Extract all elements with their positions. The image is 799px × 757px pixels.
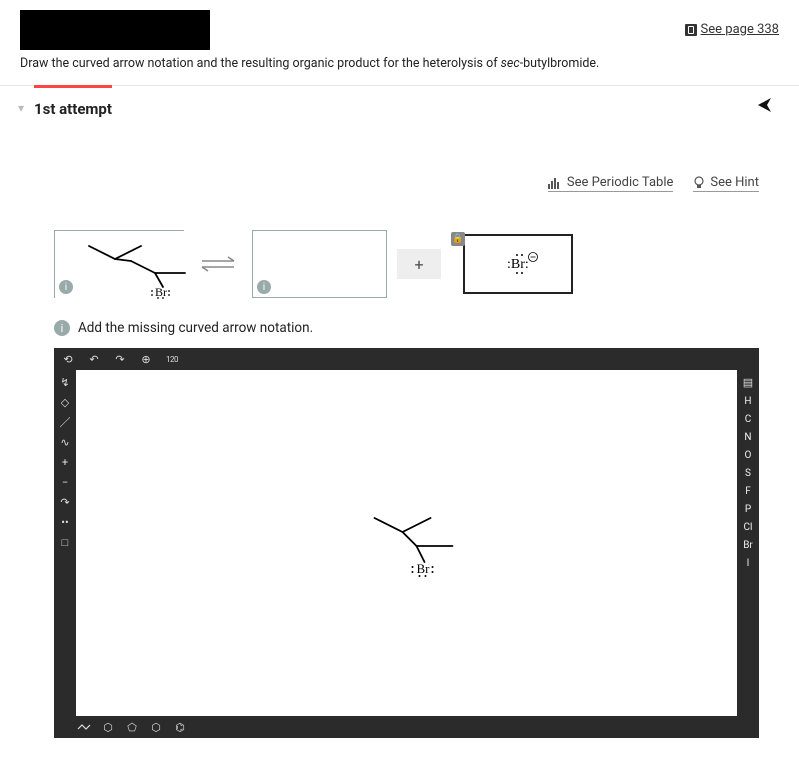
hint-bulb-icon <box>693 176 705 190</box>
element-I[interactable]: I <box>739 556 757 570</box>
instruction-row: i Add the missing curved arrow notation. <box>0 306 799 344</box>
element-Cl[interactable]: Cl <box>739 520 757 534</box>
periodic-table-icon <box>548 177 562 189</box>
reactant-box[interactable]: Br <box>54 230 184 298</box>
prompt-text-pre: Draw the curved arrow notation and the r… <box>20 56 501 71</box>
curved-arrow-tool[interactable]: ↷ <box>57 494 73 510</box>
bond-tool[interactable]: ／ <box>57 414 73 430</box>
redo-button[interactable]: ↷ <box>112 351 128 367</box>
ring-cyclopentane-tool[interactable]: ⬠ <box>124 719 140 735</box>
marquee-tool[interactable]: □ <box>57 534 73 550</box>
helper-links: See Periodic Table See Hint <box>0 125 799 200</box>
bromide-ion: :Br: <box>483 249 553 279</box>
page-reference[interactable]: See page 338 <box>685 22 779 37</box>
element-F[interactable]: F <box>739 484 757 498</box>
zoom-button[interactable]: ⊕ <box>138 351 154 367</box>
chevron-down-icon[interactable]: ▾ <box>18 101 24 115</box>
editor-bottom-toolbar: ⬡ ⬠ ⬡ ⌬ <box>54 716 759 738</box>
undo-button[interactable]: ↶ <box>86 351 102 367</box>
charge-plus-tool[interactable]: + <box>57 454 73 470</box>
element-Br[interactable]: Br <box>739 538 757 552</box>
angle-120-button[interactable]: 120 <box>164 351 180 367</box>
element-O[interactable]: O <box>739 448 757 462</box>
info-icon[interactable]: i <box>257 280 271 294</box>
info-icon[interactable]: i <box>59 280 73 294</box>
element-P[interactable]: P <box>739 502 757 516</box>
editor-canvas[interactable]: Br <box>76 370 737 716</box>
prompt-italic: sec <box>501 56 520 71</box>
attempt-title: 1st attempt <box>34 85 112 118</box>
editor-left-toolbar: ↯ ◇ ／ ∿ + − ↷ •• □ <box>54 370 76 716</box>
lone-pair-tool[interactable]: •• <box>57 514 73 530</box>
ring-cyclohexane-tool[interactable]: ⬡ <box>100 719 116 735</box>
prompt-text-post: -butylbromide. <box>520 56 600 71</box>
structure-editor[interactable]: ⟲ ↶ ↷ ⊕ 120 ↯ ◇ ／ ∿ + − ↷ •• □ ▤ H C N O… <box>54 348 759 738</box>
editor-top-toolbar: ⟲ ↶ ↷ ⊕ 120 <box>54 348 759 370</box>
svg-text::Br:: :Br: <box>507 257 529 272</box>
element-S[interactable]: S <box>739 466 757 480</box>
submit-icon[interactable] <box>757 96 775 119</box>
ring-chair-tool[interactable] <box>76 719 92 735</box>
hint-label: See Hint <box>710 175 759 190</box>
canvas-structure[interactable]: Br <box>76 370 737 716</box>
plus-label: + <box>414 255 423 274</box>
ring-hexagon-tool[interactable]: ⬡ <box>148 719 164 735</box>
select-tool[interactable]: ↯ <box>57 374 73 390</box>
question-header: See page 338 Draw the curved arrow notat… <box>0 0 799 86</box>
editor-element-toolbar: ▤ H C N O S F P Cl Br I <box>737 370 759 716</box>
periodic-table-link[interactable]: See Periodic Table <box>548 175 673 192</box>
plus-separator: + <box>397 249 441 279</box>
canvas-br-label: Br <box>417 561 431 576</box>
ring-benzene-tool[interactable]: ⌬ <box>172 719 188 735</box>
element-panel-icon[interactable]: ▤ <box>740 374 756 390</box>
info-icon: i <box>54 320 70 336</box>
lock-icon: 🔒 <box>451 232 465 246</box>
element-H[interactable]: H <box>739 394 757 408</box>
instruction-text: Add the missing curved arrow notation. <box>78 320 313 336</box>
redacted-block <box>20 10 210 50</box>
element-C[interactable]: C <box>739 412 757 426</box>
locked-product-wrap: 🔒 :Br: <box>451 234 573 294</box>
wavy-bond-tool[interactable]: ∿ <box>57 434 73 450</box>
reaction-row: Br <box>0 200 799 306</box>
question-prompt: Draw the curved arrow notation and the r… <box>20 56 599 71</box>
locked-product-box: :Br: <box>463 234 573 294</box>
periodic-label: See Periodic Table <box>567 175 673 190</box>
svg-text:Br: Br <box>155 285 167 299</box>
erase-tool[interactable]: ◇ <box>57 394 73 410</box>
refresh-button[interactable]: ⟲ <box>60 351 76 367</box>
book-icon <box>685 24 697 36</box>
element-N[interactable]: N <box>739 430 757 444</box>
charge-minus-tool[interactable]: − <box>57 474 73 490</box>
hint-link[interactable]: See Hint <box>693 175 759 192</box>
page-ref-link[interactable]: See page 338 <box>701 22 779 37</box>
attempt-bar: ▾ 1st attempt <box>0 86 799 125</box>
product-box[interactable]: i <box>252 230 387 298</box>
equilibrium-arrow <box>194 249 242 279</box>
